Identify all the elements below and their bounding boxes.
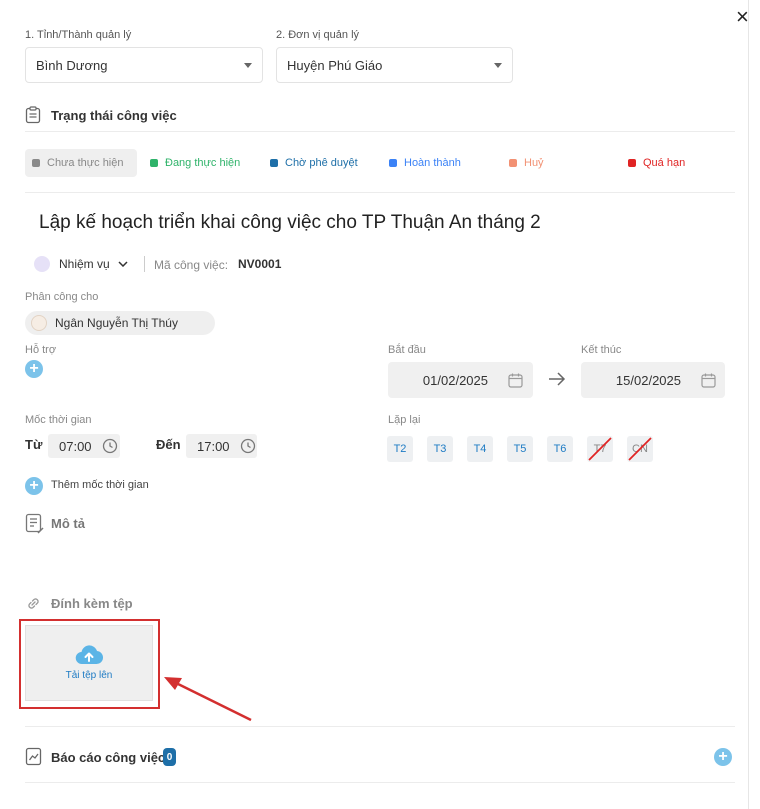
status-qua-han[interactable]: Quá hạn bbox=[628, 150, 685, 176]
status-label: Chưa thực hiện bbox=[47, 157, 124, 169]
repeat-label: Lặp lại bbox=[388, 414, 421, 426]
repeat-day-t6[interactable]: T6 bbox=[547, 436, 573, 462]
report-count-badge: 0 bbox=[163, 748, 176, 766]
repeat-day-t3[interactable]: T3 bbox=[427, 436, 453, 462]
repeat-day-t2[interactable]: T2 bbox=[387, 436, 413, 462]
from-time-value: 07:00 bbox=[59, 438, 92, 454]
description-icon bbox=[25, 513, 45, 540]
status-label: Chờ phê duyệt bbox=[285, 157, 358, 169]
task-title[interactable]: Lập kế hoạch triển khai công việc cho TP… bbox=[39, 212, 541, 234]
divider bbox=[25, 192, 735, 193]
status-color-swatch bbox=[628, 159, 636, 167]
unit-select[interactable]: Huyện Phú Giáo bbox=[276, 47, 513, 83]
status-color-swatch bbox=[150, 159, 158, 167]
strike-t7-icon bbox=[588, 437, 612, 461]
task-type-label: Nhiệm vụ bbox=[59, 257, 110, 271]
status-color-swatch bbox=[270, 159, 278, 167]
attachment-label: Đính kèm tệp bbox=[51, 596, 133, 611]
end-date-value: 15/02/2025 bbox=[615, 372, 681, 388]
link-icon bbox=[26, 596, 41, 616]
to-label: Đến bbox=[156, 437, 181, 452]
milestone-label: Mốc thời gian bbox=[25, 414, 92, 426]
repeat-day-t5[interactable]: T5 bbox=[507, 436, 533, 462]
cloud-upload-icon bbox=[75, 645, 103, 665]
add-support-button[interactable]: + bbox=[25, 360, 43, 378]
chevron-down-icon bbox=[244, 63, 252, 68]
end-date-label: Kết thúc bbox=[581, 344, 622, 356]
status-section-title: Trạng thái công việc bbox=[51, 108, 177, 123]
divider bbox=[25, 782, 735, 783]
calendar-icon bbox=[508, 373, 523, 388]
task-type-dot bbox=[34, 256, 50, 272]
status-cho-phe-duyet[interactable]: Chờ phê duyệt bbox=[270, 150, 358, 176]
to-time-input[interactable]: 17:00 bbox=[186, 434, 257, 458]
clock-icon bbox=[240, 438, 255, 454]
assignee-name: Ngân Nguyễn Thị Thúy bbox=[55, 316, 178, 330]
divider bbox=[25, 131, 735, 132]
province-select[interactable]: Bình Dương bbox=[25, 47, 263, 83]
add-milestone-icon[interactable]: + bbox=[25, 477, 43, 495]
description-label[interactable]: Mô tả bbox=[51, 516, 85, 531]
divider bbox=[25, 726, 735, 727]
status-color-swatch bbox=[389, 159, 397, 167]
unit-value: Huyện Phú Giáo bbox=[287, 57, 383, 73]
chevron-down-icon bbox=[118, 261, 128, 267]
report-label[interactable]: Báo cáo công việc bbox=[51, 750, 165, 765]
support-label: Hỗ trợ bbox=[25, 344, 57, 356]
avatar bbox=[31, 315, 47, 331]
from-time-input[interactable]: 07:00 bbox=[48, 434, 120, 458]
report-icon bbox=[25, 747, 42, 771]
repeat-day-t4[interactable]: T4 bbox=[467, 436, 493, 462]
task-type-select[interactable]: Nhiệm vụ bbox=[59, 257, 128, 271]
province-label: 1. Tỉnh/Thành quản lý bbox=[25, 29, 132, 41]
status-label: Huỷ bbox=[524, 157, 544, 169]
strike-cn-icon bbox=[628, 437, 652, 461]
status-label: Hoàn thành bbox=[404, 157, 461, 169]
status-color-swatch bbox=[32, 159, 40, 167]
separator bbox=[144, 256, 145, 272]
task-code-value: NV0001 bbox=[238, 257, 282, 271]
annotation-arrow-icon bbox=[164, 677, 252, 722]
add-milestone-label[interactable]: Thêm mốc thời gian bbox=[51, 479, 149, 491]
status-dang-thuc-hien[interactable]: Đang thực hiện bbox=[150, 150, 240, 176]
status-label: Quá hạn bbox=[643, 157, 686, 169]
upload-label: Tải tệp lên bbox=[65, 670, 113, 681]
status-filter-bar: Chưa thực hiện Đang thực hiện Chờ phê du… bbox=[25, 149, 735, 177]
clipboard-icon bbox=[25, 106, 41, 129]
start-date-value: 01/02/2025 bbox=[422, 372, 488, 388]
province-value: Bình Dương bbox=[36, 57, 108, 73]
status-hoan-thanh[interactable]: Hoàn thành bbox=[389, 150, 461, 176]
status-chua-thuc-hien[interactable]: Chưa thực hiện bbox=[25, 149, 137, 177]
close-icon[interactable]: × bbox=[736, 6, 749, 28]
end-date-input[interactable]: 15/02/2025 bbox=[581, 362, 725, 398]
status-huy[interactable]: Huỷ bbox=[509, 150, 544, 176]
start-date-input[interactable]: 01/02/2025 bbox=[388, 362, 533, 398]
scrollbar-track[interactable] bbox=[748, 0, 749, 809]
status-label: Đang thực hiện bbox=[165, 157, 241, 169]
to-time-value: 17:00 bbox=[197, 438, 230, 454]
chevron-down-icon bbox=[494, 63, 502, 68]
assignee-chip[interactable]: Ngân Nguyễn Thị Thúy bbox=[25, 311, 215, 335]
start-date-label: Bắt đầu bbox=[388, 344, 426, 356]
calendar-icon bbox=[701, 373, 716, 388]
task-code-label: Mã công việc: bbox=[154, 258, 229, 272]
assign-label: Phân công cho bbox=[25, 291, 99, 303]
arrow-right-icon bbox=[548, 372, 566, 391]
upload-button[interactable]: Tải tệp lên bbox=[25, 625, 153, 701]
clock-icon bbox=[102, 438, 117, 454]
status-color-swatch bbox=[509, 159, 517, 167]
from-label: Từ bbox=[25, 437, 43, 452]
unit-label: 2. Đơn vị quản lý bbox=[276, 29, 360, 41]
add-report-button[interactable]: + bbox=[714, 748, 732, 766]
